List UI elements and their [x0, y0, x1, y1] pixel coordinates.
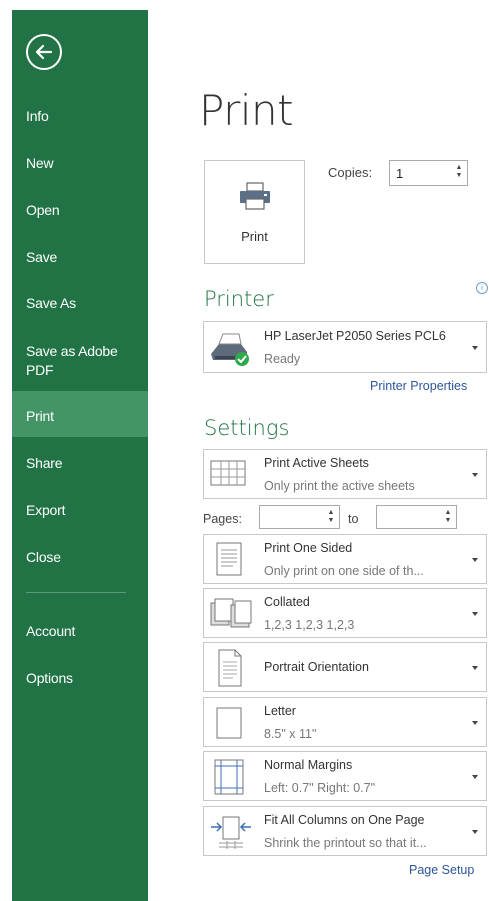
collation-subtitle: 1,2,3 1,2,3 1,2,3: [264, 618, 355, 632]
pages-from-input[interactable]: ▲ ▼: [259, 505, 340, 529]
scaling-title: Fit All Columns on One Page: [264, 813, 425, 827]
print-what-dropdown[interactable]: Print Active Sheets Only print the activ…: [203, 449, 487, 499]
sides-subtitle: Only print on one side of th...: [264, 564, 424, 578]
nav-save-as[interactable]: Save As: [12, 293, 148, 317]
printer-ready-icon: [211, 333, 249, 366]
margins-icon: [214, 759, 244, 795]
orientation-title: Portrait Orientation: [264, 660, 369, 674]
print-button[interactable]: Print: [204, 160, 305, 264]
chevron-down-icon: [472, 612, 478, 616]
printer-name: HP LaserJet P2050 Series PCL6: [264, 329, 446, 343]
sides-title: Print One Sided: [264, 541, 353, 555]
print-button-label: Print: [241, 229, 268, 244]
nav-save[interactable]: Save: [12, 247, 148, 271]
chevron-down-icon: [472, 721, 478, 725]
pages-to-label: to: [348, 512, 359, 526]
scaling-subtitle: Shrink the printout so that it...: [264, 836, 427, 850]
settings-heading: Settings: [204, 416, 290, 440]
letter-page-icon: [216, 707, 242, 739]
spin-up-icon: ▲: [444, 509, 452, 516]
copies-spinner[interactable]: ▲ ▼: [455, 164, 463, 182]
print-what-subtitle: Only print the active sheets: [264, 479, 415, 493]
margins-subtitle: Left: 0.7" Right: 0.7": [264, 781, 376, 795]
nav-divider: [26, 592, 126, 593]
printer-dropdown[interactable]: HP LaserJet P2050 Series PCL6 Ready: [203, 321, 487, 373]
chevron-down-icon: [472, 775, 478, 779]
copies-input[interactable]: 1 ▲ ▼: [389, 160, 468, 186]
pages-to-input[interactable]: ▲ ▼: [376, 505, 457, 529]
copies-value: 1: [396, 166, 404, 181]
collation-title: Collated: [264, 595, 310, 609]
back-button[interactable]: [26, 34, 62, 70]
nav-options[interactable]: Options: [12, 668, 148, 692]
paper-size-subtitle: 8.5" x 11": [264, 727, 317, 741]
paper-size-dropdown[interactable]: Letter 8.5" x 11": [203, 697, 487, 747]
pages-from-spinner[interactable]: ▲ ▼: [327, 509, 335, 527]
chevron-down-icon: [472, 558, 478, 562]
printer-properties-link[interactable]: Printer Properties: [370, 379, 467, 393]
pages-to-spinner[interactable]: ▲ ▼: [444, 509, 452, 527]
orientation-dropdown[interactable]: Portrait Orientation: [203, 642, 487, 692]
printer-status: Ready: [264, 352, 301, 366]
margins-dropdown[interactable]: Normal Margins Left: 0.7" Right: 0.7": [203, 751, 487, 801]
spin-up-icon: ▲: [455, 164, 463, 171]
pages-label: Pages:: [203, 512, 242, 526]
nav-account[interactable]: Account: [12, 621, 148, 645]
nav-export[interactable]: Export: [12, 500, 148, 524]
paper-size-title: Letter: [264, 704, 296, 718]
chevron-down-icon: [472, 473, 478, 477]
fit-columns-icon: [211, 816, 251, 849]
nav-open[interactable]: Open: [12, 200, 148, 224]
page-setup-link[interactable]: Page Setup: [409, 863, 474, 877]
print-panel: Print Print Copies: 1 ▲ ▼ Printer i HP L…: [148, 0, 489, 901]
nav-info[interactable]: Info: [12, 106, 148, 130]
scaling-dropdown[interactable]: Fit All Columns on One Page Shrink the p…: [203, 806, 487, 856]
collation-dropdown[interactable]: Collated 1,2,3 1,2,3 1,2,3: [203, 588, 487, 638]
one-sided-page-icon: [216, 542, 242, 576]
arrow-left-icon: [35, 44, 53, 60]
printer-heading: Printer: [204, 287, 274, 311]
chevron-down-icon: [472, 666, 478, 670]
chevron-down-icon: [472, 830, 478, 834]
nav-print[interactable]: Print: [12, 391, 148, 437]
nav-close[interactable]: Close: [12, 547, 148, 571]
nav-new[interactable]: New: [12, 153, 148, 177]
page-title: Print: [199, 86, 294, 135]
sheets-grid-icon: [210, 460, 246, 486]
nav-share[interactable]: Share: [12, 453, 148, 477]
collated-icon: [210, 598, 252, 628]
print-what-title: Print Active Sheets: [264, 456, 369, 470]
info-icon[interactable]: i: [476, 282, 488, 294]
spin-down-icon: ▼: [455, 172, 463, 179]
chevron-down-icon: [472, 346, 478, 350]
spin-up-icon: ▲: [327, 509, 335, 516]
spin-down-icon: ▼: [327, 517, 335, 524]
sides-dropdown[interactable]: Print One Sided Only print on one side o…: [203, 534, 487, 584]
printer-icon: [240, 182, 270, 210]
portrait-page-icon: [218, 649, 242, 687]
margins-title: Normal Margins: [264, 758, 353, 772]
nav-save-as-adobe-pdf[interactable]: Save as Adobe PDF: [12, 340, 132, 380]
backstage-sidebar: Info New Open Save Save As Save as Adobe…: [12, 10, 148, 901]
spin-down-icon: ▼: [444, 517, 452, 524]
copies-label: Copies:: [328, 165, 373, 180]
